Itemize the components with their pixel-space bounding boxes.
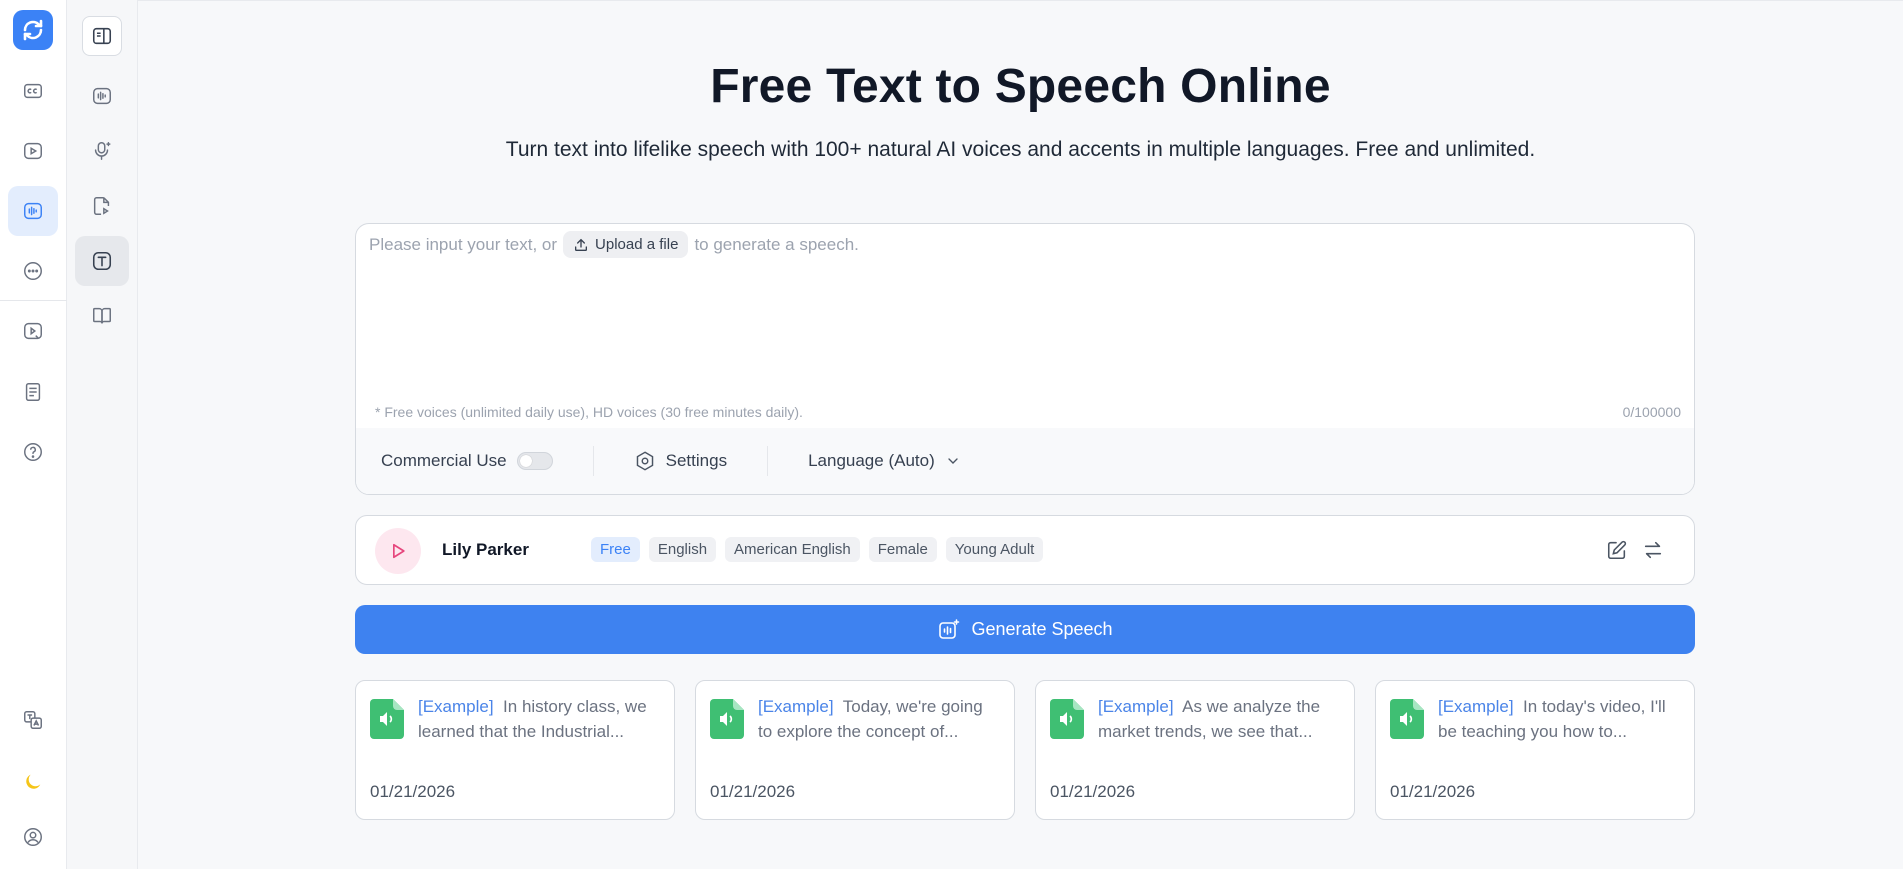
- example-date: 01/21/2026: [710, 782, 796, 801]
- voice-selector[interactable]: Lily Parker Free English American Englis…: [355, 515, 1695, 585]
- editor-toolbar: Commercial Use Settings Language (Auto): [356, 428, 1694, 494]
- example-date: 01/21/2026: [370, 782, 456, 801]
- audio-wave-icon[interactable]: [8, 186, 58, 236]
- placeholder-before: Please input your text, or: [369, 234, 558, 254]
- example-card[interactable]: [Example] As we analyze the market trend…: [1035, 680, 1355, 820]
- voice-actions: [1606, 539, 1664, 561]
- captions-icon[interactable]: [8, 66, 58, 116]
- page-subtitle: Turn text into lifelike speech with 100+…: [505, 138, 1536, 161]
- example-list: [Example] In history class, we learned t…: [355, 680, 1695, 820]
- example-text: [Example] In today's video, I'll be teac…: [1438, 694, 1680, 744]
- voice-tag: Free: [591, 537, 640, 562]
- voice-tags: Free English American English Female You…: [591, 537, 1044, 562]
- generate-icon: [939, 618, 960, 639]
- edit-icon[interactable]: [1606, 539, 1628, 561]
- tool-rail: [67, 0, 138, 869]
- example-card[interactable]: [Example] Today, we're going to explore …: [695, 680, 1015, 820]
- language-label: Language (Auto): [808, 451, 935, 470]
- page-title: Free Text to Speech Online: [710, 60, 1331, 113]
- example-date: 01/21/2026: [1050, 782, 1136, 801]
- character-count: 0/100000: [1622, 404, 1681, 420]
- commercial-use: Commercial Use: [381, 451, 553, 471]
- placeholder-after: to generate a speech.: [694, 234, 859, 254]
- generate-speech-label: Generate Speech: [971, 619, 1113, 639]
- audio-file-icon: [1050, 699, 1084, 739]
- user-icon[interactable]: [8, 812, 58, 862]
- left-rail: [0, 0, 67, 869]
- book-icon[interactable]: [75, 291, 129, 341]
- example-tag: [Example]: [1098, 697, 1174, 716]
- audio-file-icon: [1390, 699, 1424, 739]
- moon-icon[interactable]: [8, 757, 58, 807]
- mic-sparkle-icon[interactable]: [75, 126, 129, 176]
- upload-icon: [575, 238, 588, 251]
- commercial-use-toggle[interactable]: [516, 452, 553, 470]
- example-tag: [Example]: [758, 697, 834, 716]
- translate-icon[interactable]: [8, 695, 58, 745]
- commercial-use-label: Commercial Use: [381, 451, 507, 470]
- example-text: [Example] In history class, we learned t…: [418, 694, 660, 744]
- rail-divider: [0, 300, 67, 301]
- toolbar-divider: [767, 446, 769, 476]
- video-icon[interactable]: [8, 126, 58, 176]
- voice-tag: Young Adult: [945, 537, 1044, 562]
- help-icon[interactable]: [8, 427, 58, 477]
- voice-tag: English: [648, 537, 717, 562]
- audio-file-icon: [710, 699, 744, 739]
- video-edit-icon[interactable]: [8, 306, 58, 356]
- editor-placeholder: Please input your text, or Upload a file…: [369, 231, 859, 258]
- settings-label: Settings: [665, 451, 728, 470]
- settings-button[interactable]: Settings: [634, 450, 727, 472]
- example-card[interactable]: [Example] In today's video, I'll be teac…: [1375, 680, 1695, 820]
- example-tag: [Example]: [1438, 697, 1514, 716]
- generate-speech-button[interactable]: Generate Speech: [355, 605, 1695, 654]
- sidebar-toggle-icon[interactable]: [82, 16, 122, 56]
- toolbar-divider: [592, 446, 594, 476]
- upload-file-label: Upload a file: [595, 236, 679, 253]
- swap-icon[interactable]: [1642, 539, 1664, 561]
- example-text: [Example] As we analyze the market trend…: [1098, 694, 1340, 744]
- main-content: Free Text to Speech Online Turn text int…: [138, 0, 1903, 869]
- example-date: 01/21/2026: [1390, 782, 1476, 801]
- text-icon[interactable]: [75, 236, 129, 286]
- audio-wave-icon[interactable]: [75, 71, 129, 121]
- example-card[interactable]: [Example] In history class, we learned t…: [355, 680, 675, 820]
- audio-file-icon: [370, 699, 404, 739]
- logo-icon[interactable]: [13, 10, 53, 50]
- voice-tag: Female: [868, 537, 937, 562]
- text-editor[interactable]: Please input your text, or Upload a file…: [355, 223, 1695, 495]
- more-icon[interactable]: [8, 246, 58, 296]
- play-preview-button[interactable]: [375, 528, 421, 574]
- upload-file-button[interactable]: Upload a file: [563, 231, 689, 258]
- example-tag: [Example]: [418, 697, 494, 716]
- voice-name: Lily Parker: [442, 540, 529, 559]
- language-select[interactable]: Language (Auto): [808, 451, 961, 471]
- document-icon[interactable]: [8, 367, 58, 417]
- play-icon: [393, 543, 405, 559]
- chevron-down-icon: [948, 458, 958, 464]
- file-audio-icon[interactable]: [75, 181, 129, 231]
- voice-tag: American English: [725, 537, 860, 562]
- free-voices-note: * Free voices (unlimited daily use), HD …: [375, 404, 803, 420]
- settings-icon: [636, 451, 653, 471]
- example-text: [Example] Today, we're going to explore …: [758, 694, 1000, 744]
